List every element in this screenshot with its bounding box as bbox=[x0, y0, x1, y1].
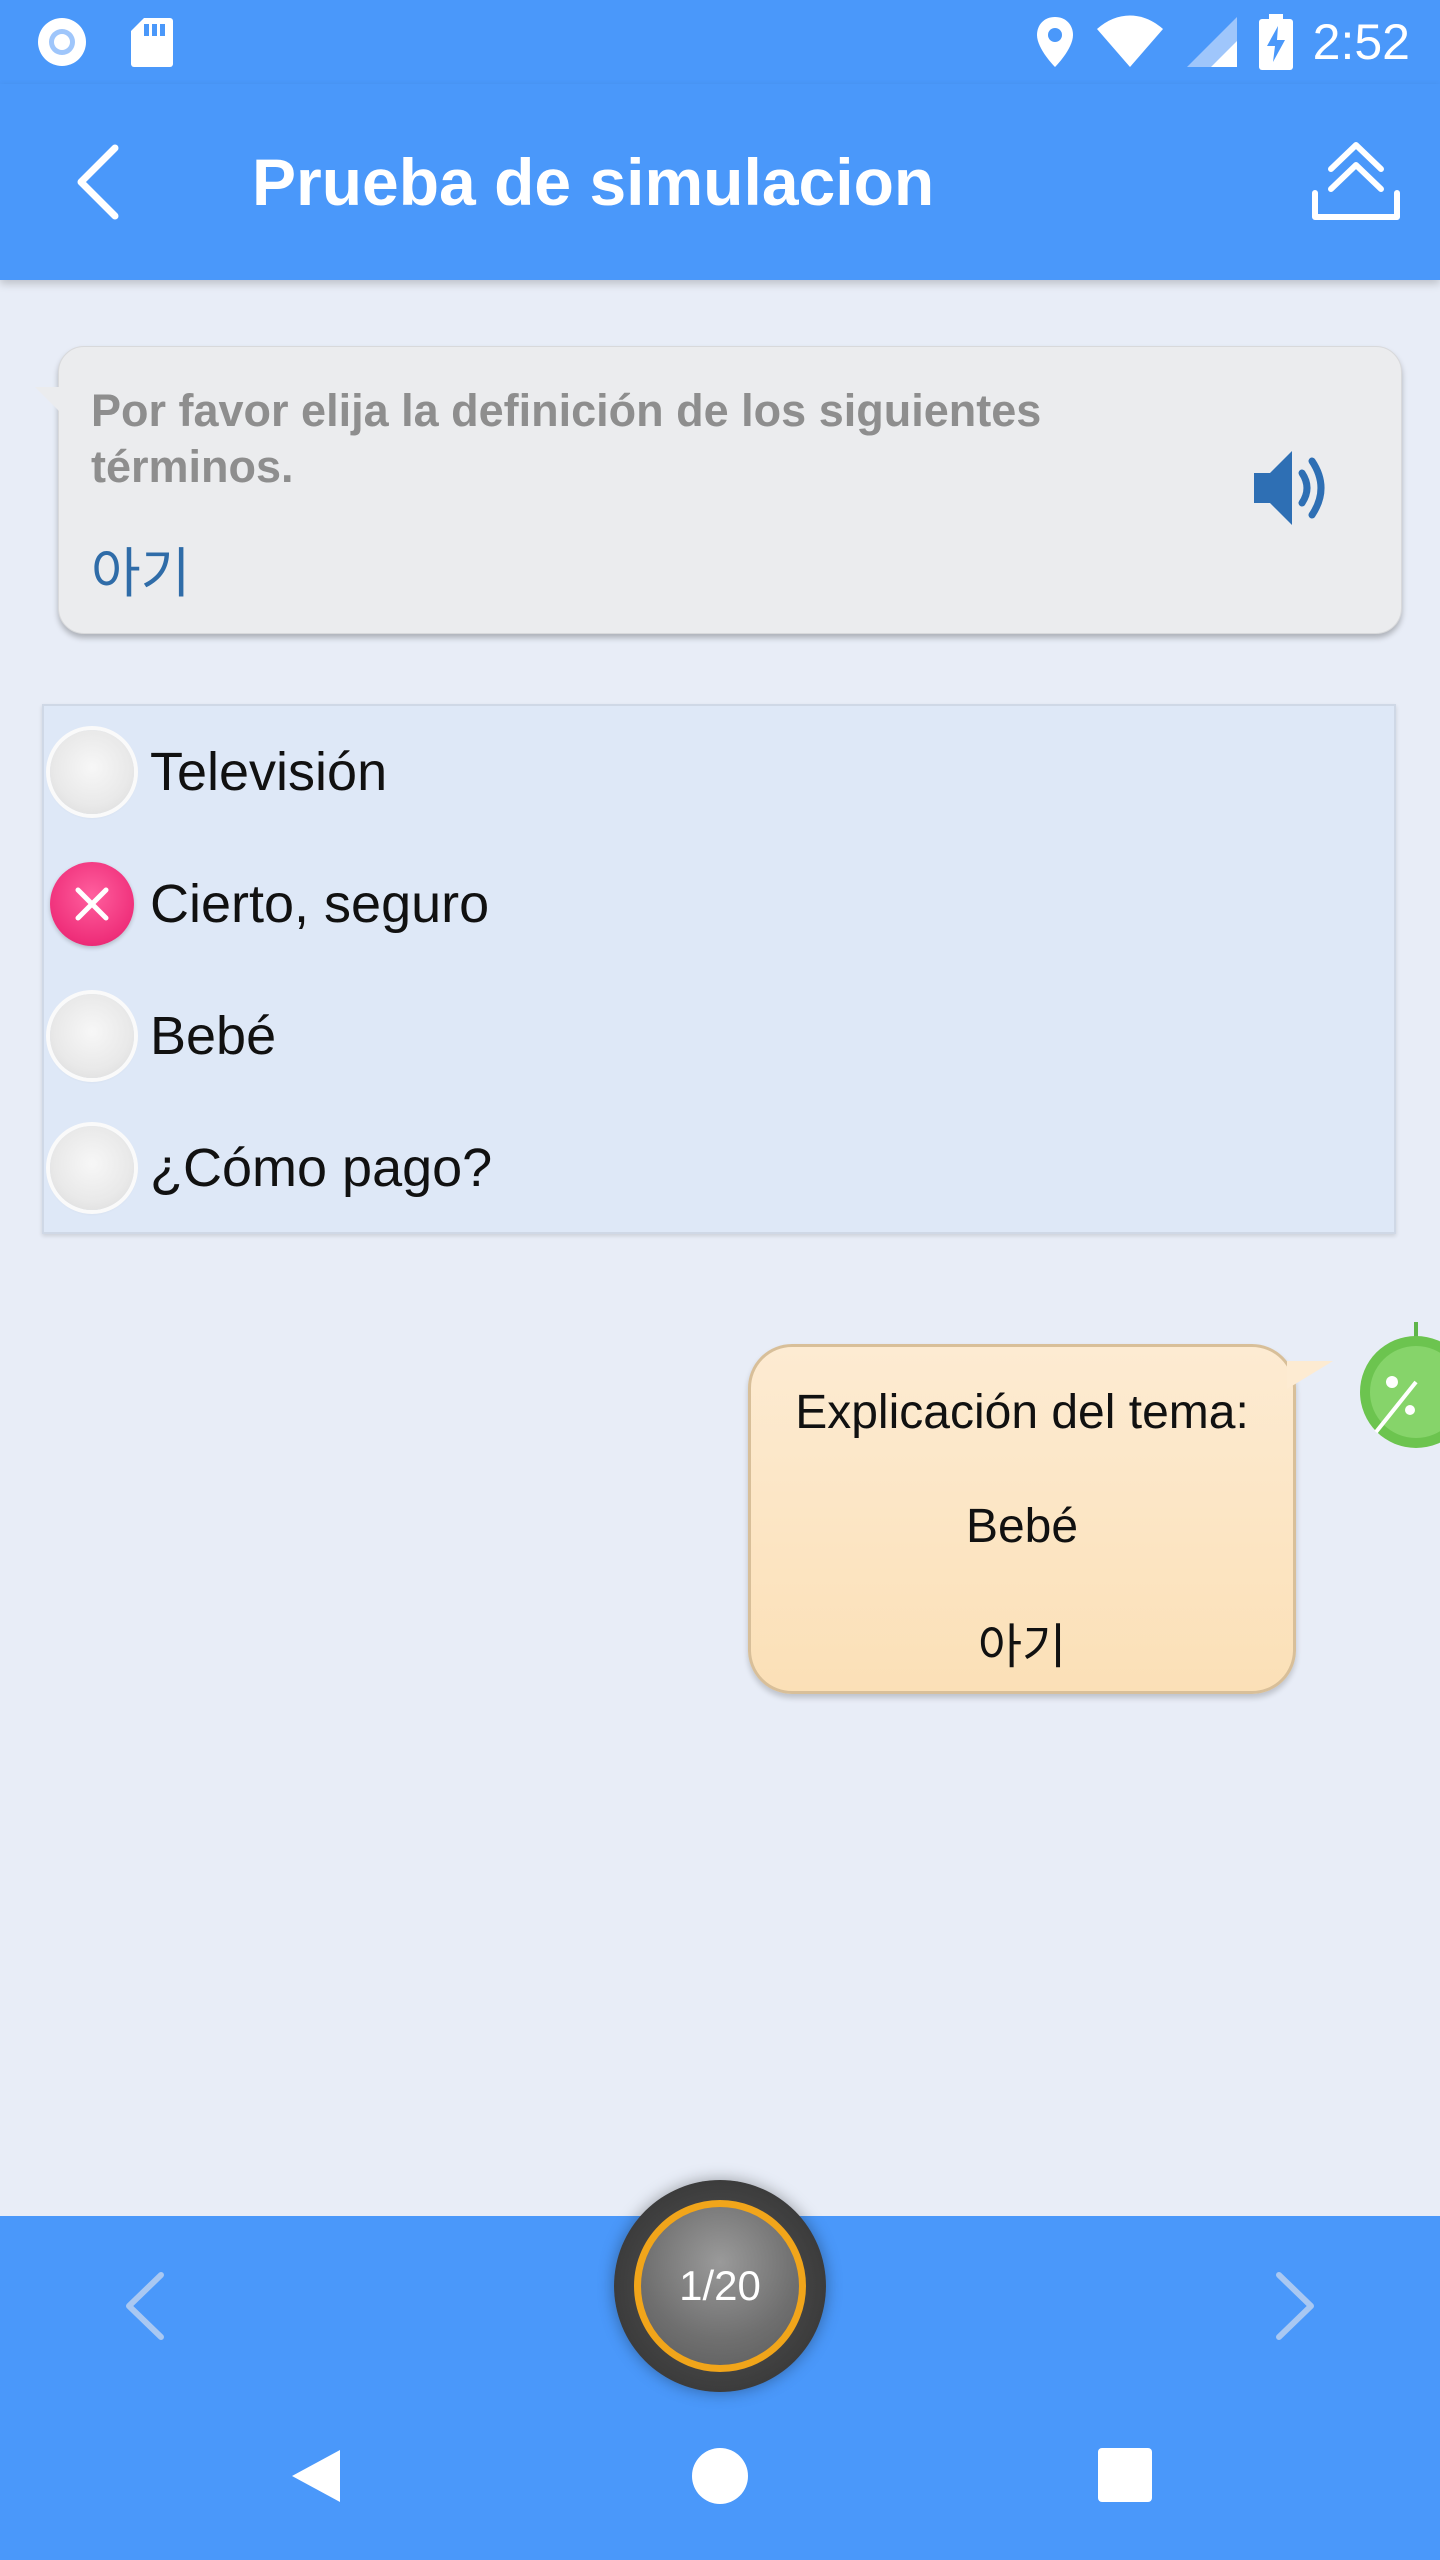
battery-charging-icon bbox=[1258, 14, 1293, 70]
circle-notification-icon bbox=[38, 18, 86, 66]
option-item[interactable]: Televisión bbox=[44, 706, 1394, 838]
question-prompt: Por favor elija la definición de los sig… bbox=[91, 385, 1042, 492]
signal-icon bbox=[1186, 17, 1237, 67]
question-counter[interactable]: 1/20 bbox=[614, 2180, 826, 2392]
clock: 2:52 bbox=[1312, 14, 1410, 70]
bubble-tail bbox=[35, 387, 65, 417]
option-item[interactable]: Bebé bbox=[44, 970, 1394, 1102]
system-back-icon[interactable] bbox=[286, 2446, 346, 2506]
next-question-button[interactable] bbox=[1260, 2256, 1330, 2356]
option-label: Televisión bbox=[150, 742, 388, 802]
radio-button-wrong[interactable] bbox=[50, 862, 134, 946]
previous-question-button[interactable] bbox=[110, 2256, 180, 2356]
bubble-tail bbox=[1287, 1361, 1333, 1389]
option-label: Cierto, seguro bbox=[150, 874, 490, 934]
status-bar: 2:52 bbox=[0, 0, 1440, 84]
back-button[interactable] bbox=[58, 134, 138, 230]
system-recents-icon[interactable] bbox=[1098, 2448, 1152, 2502]
wifi-icon bbox=[1096, 15, 1163, 67]
counter-inner: 1/20 bbox=[634, 2200, 806, 2372]
option-item[interactable]: Cierto, seguro bbox=[44, 838, 1394, 970]
explanation-bubble: Explicación del tema: Bebé 아기 bbox=[748, 1344, 1333, 1694]
speaker-icon bbox=[1254, 451, 1325, 525]
close-icon bbox=[75, 887, 109, 921]
explanation-title: Explicación del tema: bbox=[795, 1386, 1249, 1439]
location-icon bbox=[1036, 17, 1073, 67]
chevron-left-icon bbox=[126, 2272, 164, 2340]
radio-button[interactable] bbox=[50, 994, 134, 1078]
play-audio-button[interactable] bbox=[1237, 433, 1347, 543]
upload-button[interactable] bbox=[1306, 128, 1406, 228]
explanation-term: 아기 bbox=[977, 1619, 1067, 1675]
chevron-left-icon bbox=[77, 144, 119, 220]
option-item[interactable]: ¿Cómo pago? bbox=[44, 1102, 1394, 1234]
system-home-icon[interactable] bbox=[692, 2448, 748, 2504]
question-term: 아기 bbox=[91, 542, 191, 605]
chevron-right-icon bbox=[1276, 2272, 1314, 2340]
counter-text: 1/20 bbox=[679, 2262, 761, 2309]
radio-button[interactable] bbox=[50, 730, 134, 814]
option-label: Bebé bbox=[150, 1006, 277, 1066]
mascot-icon bbox=[1356, 1322, 1440, 1462]
upload-icon bbox=[1312, 142, 1400, 220]
radio-button[interactable] bbox=[50, 1126, 134, 1210]
option-label: ¿Cómo pago? bbox=[150, 1138, 493, 1198]
question-card: Por favor elija la definición de los sig… bbox=[35, 346, 1402, 634]
answer-options: Televisión Cierto, seguro Bebé ¿Cómo pag… bbox=[42, 704, 1396, 1234]
app-bar: Prueba de simulacion bbox=[0, 84, 1440, 280]
explanation-answer: Bebé bbox=[965, 1500, 1079, 1553]
page-title: Prueba de simulacion bbox=[252, 145, 935, 219]
sd-card-icon bbox=[131, 18, 173, 67]
